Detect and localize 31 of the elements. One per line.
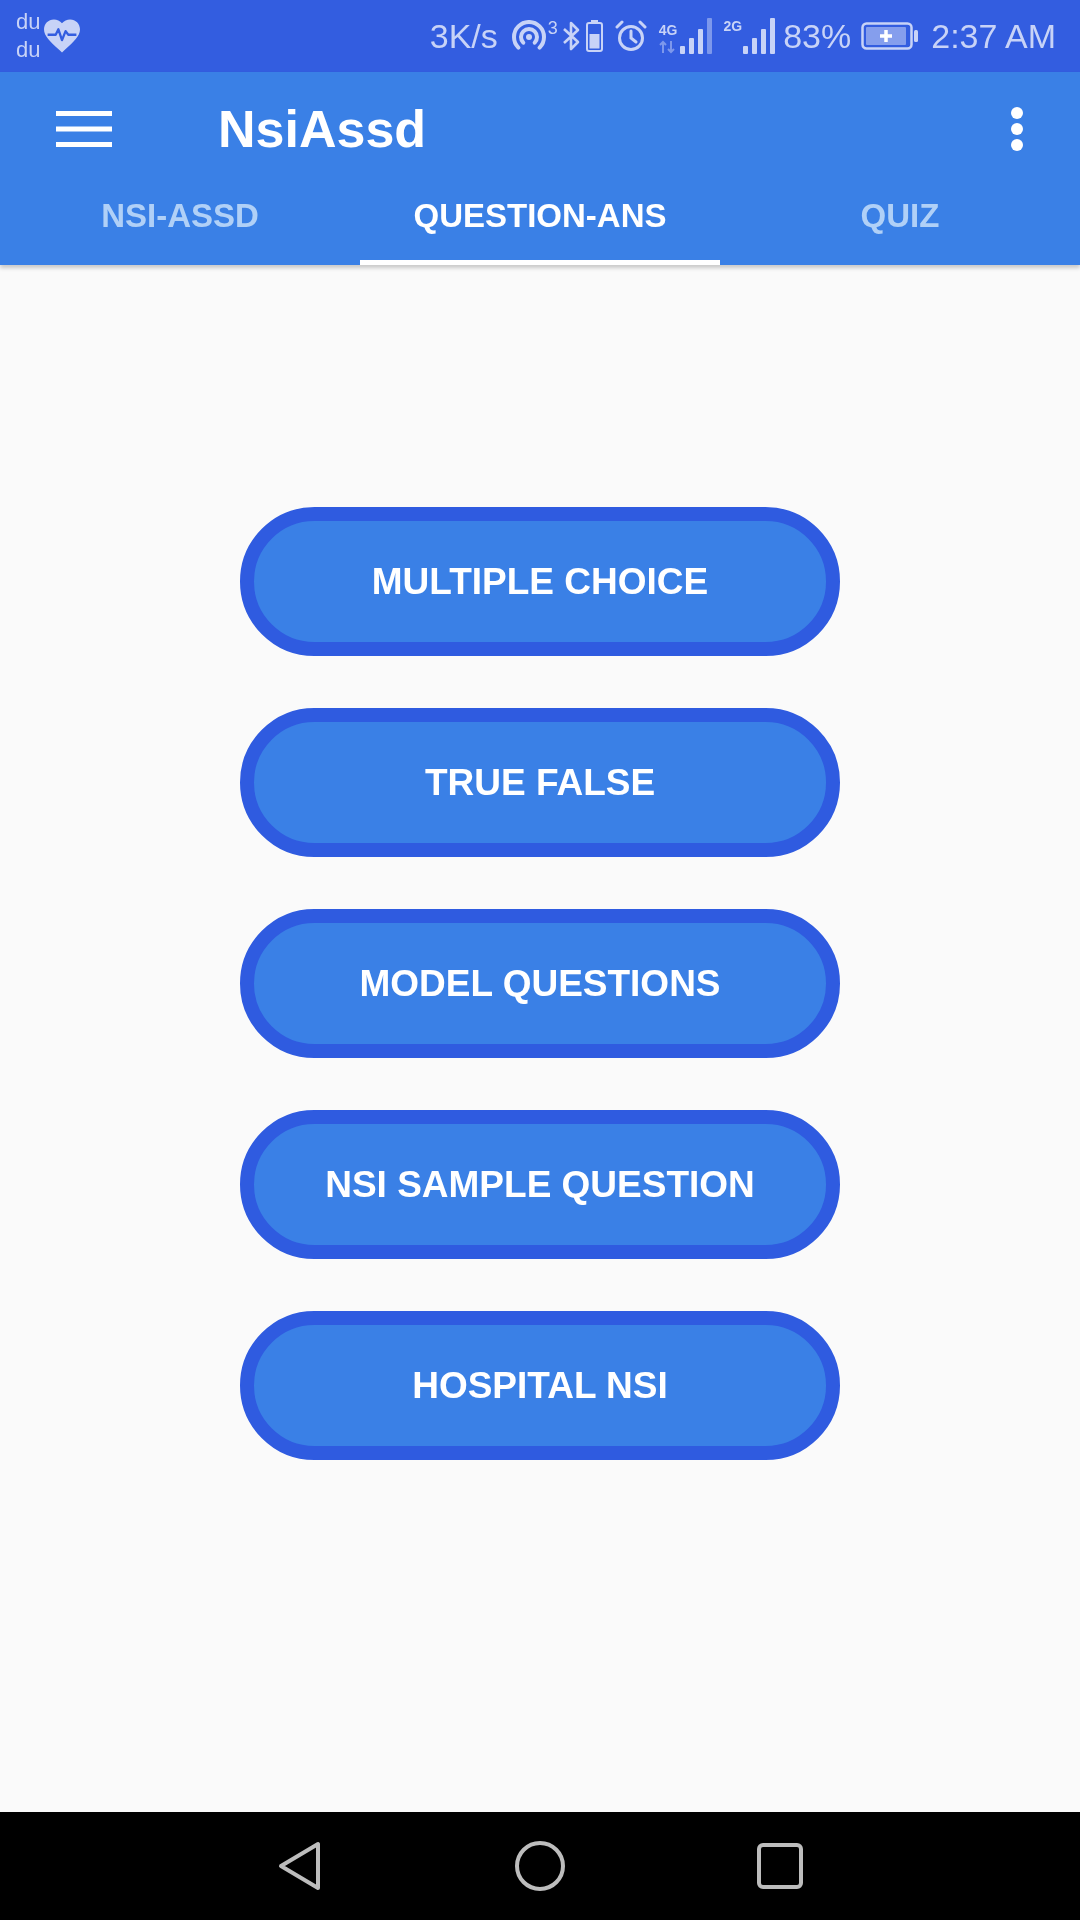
carrier-label: du xyxy=(16,36,41,64)
menu-button[interactable]: MULTIPLE CHOICE xyxy=(240,507,840,656)
menu-button[interactable]: HOSPITAL NSI xyxy=(240,1311,840,1460)
tab[interactable]: QUIZ xyxy=(720,185,1080,265)
menu-button[interactable]: NSI SAMPLE QUESTION xyxy=(240,1110,840,1259)
signal-icon xyxy=(743,18,778,54)
bluetooth-icon xyxy=(561,20,582,52)
data-arrows-icon xyxy=(658,40,675,54)
menu-icon[interactable] xyxy=(56,110,112,147)
alarm-clock-icon xyxy=(614,20,647,52)
hotspot-count: 3 xyxy=(547,19,558,37)
recents-icon[interactable] xyxy=(757,1843,803,1889)
battery-charging-icon xyxy=(861,22,920,50)
battery-icon xyxy=(585,20,603,52)
signal-icon xyxy=(679,18,714,54)
hotspot-icon xyxy=(511,20,546,52)
app-title: NsiAssd xyxy=(218,102,427,155)
network-type-label: 4G xyxy=(658,22,678,38)
network-type-label: 2G xyxy=(723,18,743,34)
clock-time: 2:37 AM xyxy=(931,19,1056,53)
carrier-label: du xyxy=(16,8,41,36)
home-icon[interactable] xyxy=(515,1841,565,1891)
menu-button[interactable]: TRUE FALSE xyxy=(240,708,840,857)
back-icon[interactable] xyxy=(278,1841,322,1891)
tab[interactable]: QUESTION-ANS xyxy=(360,185,720,265)
tab[interactable]: NSI-ASSD xyxy=(0,185,360,265)
menu-button[interactable]: MODEL QUESTIONS xyxy=(240,909,840,1058)
more-options-icon[interactable] xyxy=(1010,106,1024,151)
network-speed: 3K/s xyxy=(429,19,498,53)
heart-pulse-icon xyxy=(44,19,81,53)
battery-percent: 83% xyxy=(783,19,852,53)
